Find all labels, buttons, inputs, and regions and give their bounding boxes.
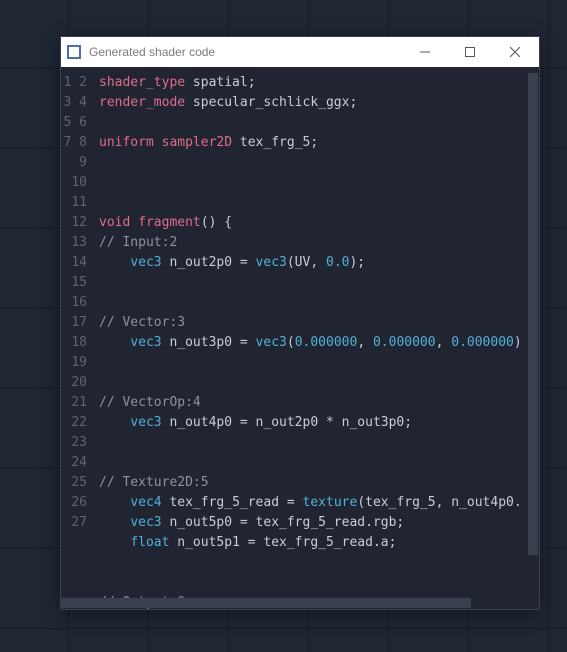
window-title: Generated shader code <box>89 45 402 59</box>
vertical-scrollbar[interactable] <box>528 73 538 597</box>
shader-code-window: Generated shader code 1 2 3 4 5 6 7 8 9 … <box>60 36 540 610</box>
horizontal-scrollbar[interactable] <box>61 598 527 608</box>
window-minimize-button[interactable] <box>402 37 447 67</box>
vertical-scrollbar-thumb[interactable] <box>528 73 538 555</box>
app-icon <box>67 45 81 59</box>
line-number-gutter: 1 2 3 4 5 6 7 8 9 10 11 12 13 14 15 16 1… <box>61 73 93 609</box>
window-titlebar[interactable]: Generated shader code <box>61 37 539 67</box>
code-editor[interactable]: 1 2 3 4 5 6 7 8 9 10 11 12 13 14 15 16 1… <box>61 67 539 609</box>
code-area[interactable]: shader_type spatial; render_mode specula… <box>93 73 539 609</box>
window-close-button[interactable] <box>492 37 537 67</box>
horizontal-scrollbar-thumb[interactable] <box>61 598 471 608</box>
window-maximize-button[interactable] <box>447 37 492 67</box>
